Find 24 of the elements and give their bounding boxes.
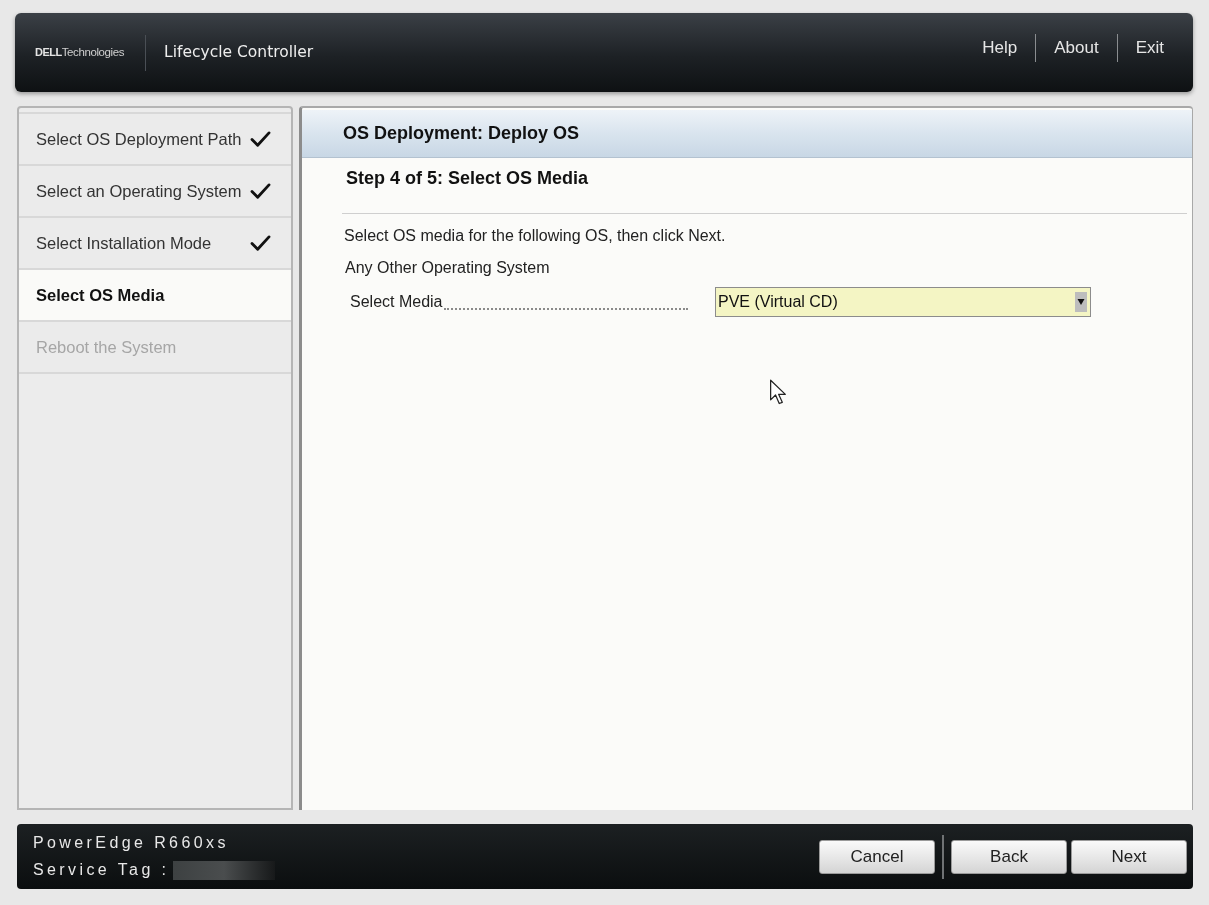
footer-button[interactable]: Back	[951, 839, 1067, 874]
step-label: Select OS Deployment Path	[36, 128, 242, 150]
panel-title: OS Deployment: Deploy OS	[343, 122, 580, 145]
server-model: PowerEdge R660xs	[33, 833, 230, 853]
step-label: Select OS Media	[36, 284, 165, 306]
os-name: Any Other Operating System	[344, 258, 551, 278]
caret-icon	[1075, 292, 1087, 312]
step-heading: Step 4 of 5: Select OS Media	[345, 167, 590, 190]
step-label: Select an Operating System	[36, 180, 242, 202]
mouse-pointer-icon	[769, 379, 787, 406]
wizard-step-item[interactable]: Select OS Media	[19, 270, 291, 322]
footer-button[interactable]: Next	[1071, 839, 1187, 874]
footer-button[interactable]: Cancel	[819, 839, 935, 874]
service-tag-label: Service Tag :	[33, 860, 170, 880]
header-link[interactable]: Exit	[1135, 35, 1164, 61]
step-label: Reboot the System	[36, 336, 177, 358]
header-link[interactable]: Help	[982, 35, 1018, 61]
header-link[interactable]: About	[1054, 35, 1099, 61]
step-label: Select Installation Mode	[36, 232, 212, 254]
brand-logo: DELLTechnologies	[35, 44, 125, 60]
media-dropdown[interactable]: PVE (Virtual CD)	[715, 287, 1091, 317]
app-title: Lifecycle Controller	[164, 41, 314, 63]
instruction-text: Select OS media for the following OS, then click Next.	[344, 226, 727, 246]
field-label: Select Media	[350, 292, 443, 312]
